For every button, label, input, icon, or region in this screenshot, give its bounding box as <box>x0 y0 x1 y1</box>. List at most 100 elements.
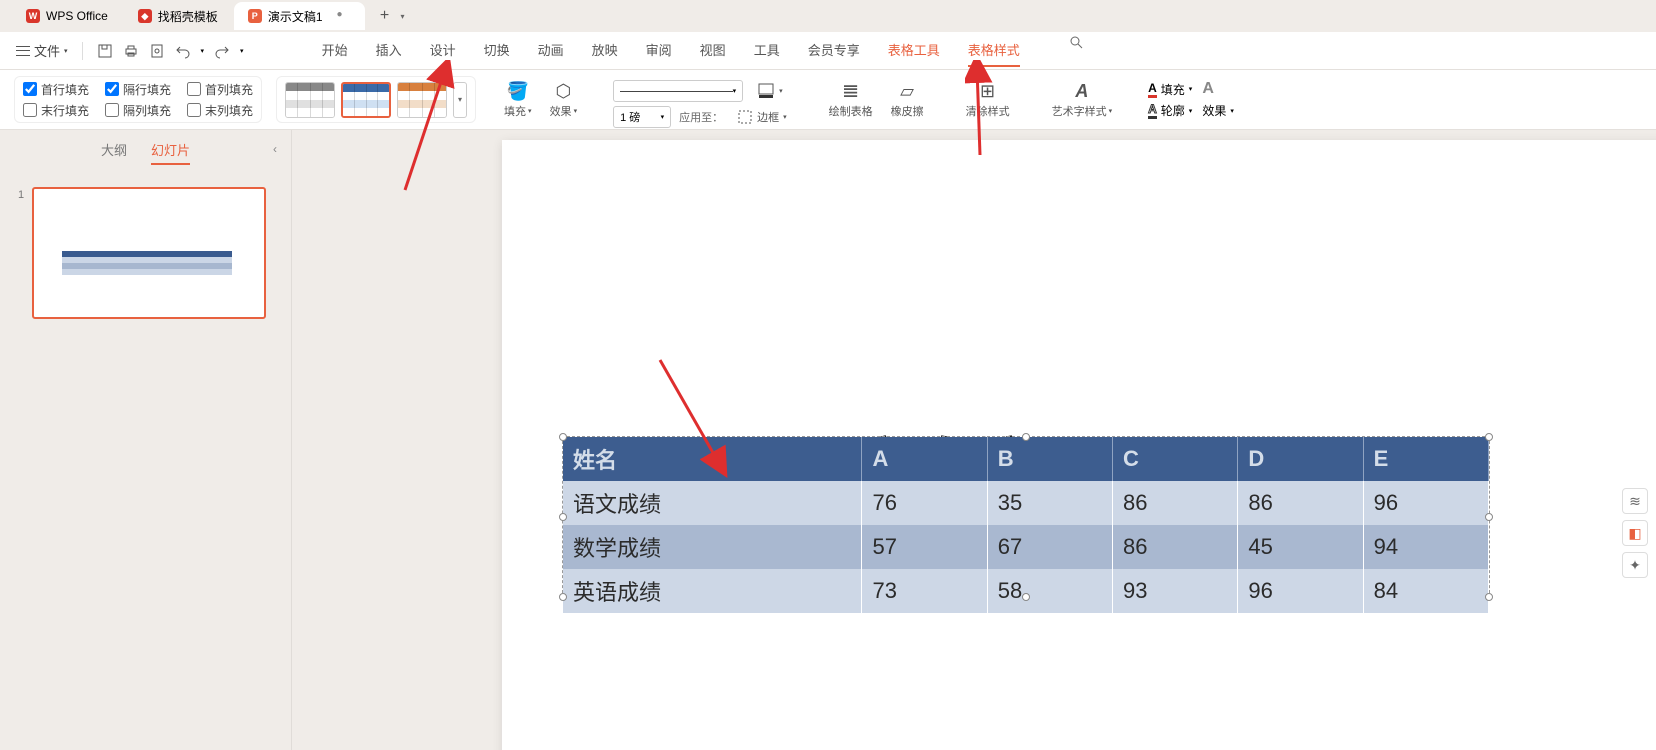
tab-transition[interactable]: 切换 <box>484 34 510 67</box>
table-row: 数学成绩5767864594 <box>563 525 1489 569</box>
border-button[interactable]: 边框▾ <box>731 109 793 125</box>
presentation-icon: P <box>248 9 262 23</box>
pen-color-icon <box>757 82 775 100</box>
fill-button[interactable]: 🪣 填充▾ <box>498 81 538 119</box>
clear-style-button[interactable]: ⊞ 清除样式 <box>960 81 1016 119</box>
tab-slides[interactable]: 幻灯片 <box>151 140 190 165</box>
tab-presentation-1[interactable]: P 演示文稿1 ● <box>234 2 365 30</box>
resize-handle[interactable] <box>559 513 567 521</box>
fill-a-icon: A <box>1148 81 1157 98</box>
collapse-panel-icon[interactable]: ‹ <box>273 142 277 156</box>
pencil-table-icon: 𝌆 <box>843 81 859 101</box>
tab-design[interactable]: 设计 <box>430 34 456 67</box>
pen-color-button[interactable]: ▾ <box>751 82 789 100</box>
text-fill-button[interactable]: A 填充▾ <box>1148 81 1192 98</box>
borders-group: ▾ ▾ 1 磅▾ 应用至： 边框▾ <box>605 76 801 123</box>
magic-button[interactable]: ✦ <box>1622 552 1648 578</box>
chevron-down-icon: ▾ <box>64 47 68 55</box>
resize-handle[interactable] <box>1485 433 1493 441</box>
table-row: 英语成绩7358939684 <box>563 569 1489 613</box>
tab-review[interactable]: 审阅 <box>646 34 672 67</box>
more-styles-dropdown[interactable]: ▾ <box>453 82 467 118</box>
style-button[interactable]: ◧ <box>1622 520 1648 546</box>
table-header-row: 姓名 A B C D E <box>563 437 1489 481</box>
resize-handle[interactable] <box>1485 513 1493 521</box>
tab-label: WPS Office <box>46 9 108 23</box>
tab-templates[interactable]: ◆ 找稻壳模板 <box>124 2 232 30</box>
redo-icon[interactable] <box>214 43 230 59</box>
th[interactable]: 姓名 <box>563 437 862 481</box>
floating-toolbar: ≋ ◧ ✦ <box>1622 488 1648 578</box>
th[interactable]: C <box>1113 437 1238 481</box>
slide-canvas[interactable]: 空白演示 姓名 A B C D E <box>292 130 1656 750</box>
print-preview-icon[interactable] <box>149 43 165 59</box>
tab-label: 演示文稿1 <box>268 8 323 25</box>
resize-handle[interactable] <box>559 593 567 601</box>
ribbon-tabs: 开始 插入 设计 切换 动画 放映 审阅 视图 工具 会员专享 表格工具 表格样… <box>322 34 1084 67</box>
slide-number: 1 <box>18 187 24 319</box>
resize-handle[interactable] <box>1022 593 1030 601</box>
slide-thumbnail-1[interactable]: 1 <box>0 175 291 331</box>
pen-style-select[interactable]: ▾ <box>613 80 743 102</box>
wordart-group: A 艺术字样式▾ <box>1038 76 1127 123</box>
resize-handle[interactable] <box>1022 433 1030 441</box>
palette-icon: ◧ <box>1628 525 1641 542</box>
chk-last-column[interactable]: 末列填充 <box>187 102 253 119</box>
table-selection[interactable]: 姓名 A B C D E 语文成绩7635868696 数学成绩57678645… <box>562 436 1490 598</box>
cube-icon: ⬡ <box>555 81 571 101</box>
style-thumb-orange[interactable] <box>397 82 447 118</box>
save-icon[interactable] <box>97 43 113 59</box>
tab-tools[interactable]: 工具 <box>754 34 780 67</box>
chk-header-row[interactable]: 首行填充 <box>23 81 89 98</box>
tab-wps-office[interactable]: W WPS Office <box>12 2 122 30</box>
border-icon <box>737 109 753 125</box>
text-effect-button[interactable]: 效果▾ <box>1202 102 1234 119</box>
pen-weight-select[interactable]: 1 磅▾ <box>613 106 671 128</box>
tab-member[interactable]: 会员专享 <box>808 34 860 67</box>
quick-access: 文件 ▾ ▾ ▾ <box>16 41 244 60</box>
text-outline-button[interactable]: A 轮廓▾ <box>1148 102 1192 119</box>
undo-icon[interactable] <box>175 43 191 59</box>
tab-view[interactable]: 视图 <box>700 34 726 67</box>
th[interactable]: D <box>1238 437 1363 481</box>
search-icon[interactable] <box>1068 34 1084 50</box>
tab-animation[interactable]: 动画 <box>538 34 564 67</box>
wordart-a-icon: A <box>1075 81 1088 101</box>
resize-handle[interactable] <box>1485 593 1493 601</box>
layers-button[interactable]: ≋ <box>1622 488 1648 514</box>
data-table[interactable]: 姓名 A B C D E 语文成绩7635868696 数学成绩57678645… <box>563 437 1489 613</box>
resize-handle[interactable] <box>559 433 567 441</box>
tab-table-tools[interactable]: 表格工具 <box>888 34 940 67</box>
print-icon[interactable] <box>123 43 139 59</box>
chk-banded-cols[interactable]: 隔列填充 <box>105 102 171 119</box>
effect-button[interactable]: ⬡ 效果▾ <box>544 81 584 119</box>
undo-dropdown-icon[interactable]: ▾ <box>201 47 205 55</box>
chk-first-column[interactable]: 首列填充 <box>187 81 253 98</box>
th[interactable]: E <box>1363 437 1488 481</box>
add-tab-button[interactable]: + <box>373 4 397 28</box>
clear-a-icon: A <box>1202 80 1214 97</box>
tab-table-style[interactable]: 表格样式 <box>968 34 1020 67</box>
chk-banded-rows[interactable]: 隔行填充 <box>105 81 171 98</box>
file-menu-button[interactable]: 文件 ▾ <box>16 41 68 60</box>
wordart-style-button[interactable]: A 艺术字样式▾ <box>1046 81 1119 119</box>
tab-outline[interactable]: 大纲 <box>101 140 127 165</box>
sparkle-icon: ✦ <box>1629 557 1641 574</box>
tab-slideshow[interactable]: 放映 <box>592 34 618 67</box>
tab-insert[interactable]: 插入 <box>376 34 402 67</box>
th[interactable]: A <box>862 437 987 481</box>
redo-dropdown-icon[interactable]: ▾ <box>240 47 244 55</box>
file-label: 文件 <box>34 41 60 60</box>
draw-table-button[interactable]: 𝌆 绘制表格 <box>823 81 879 119</box>
close-tab-icon[interactable]: ● <box>337 9 351 23</box>
tab-menu-dropdown-icon[interactable]: ▾ <box>401 12 405 21</box>
eraser-button[interactable]: ▱ 橡皮擦 <box>885 81 930 119</box>
text-clear-button[interactable]: A <box>1202 80 1214 98</box>
document-tabs: W WPS Office ◆ 找稻壳模板 P 演示文稿1 ● + ▾ <box>0 0 1656 32</box>
clear-group: ⊞ 清除样式 <box>952 76 1024 123</box>
style-thumb-blue[interactable] <box>341 82 391 118</box>
chk-total-row[interactable]: 末行填充 <box>23 102 89 119</box>
th[interactable]: B <box>987 437 1112 481</box>
style-thumb-gray[interactable] <box>285 82 335 118</box>
tab-start[interactable]: 开始 <box>322 34 348 67</box>
